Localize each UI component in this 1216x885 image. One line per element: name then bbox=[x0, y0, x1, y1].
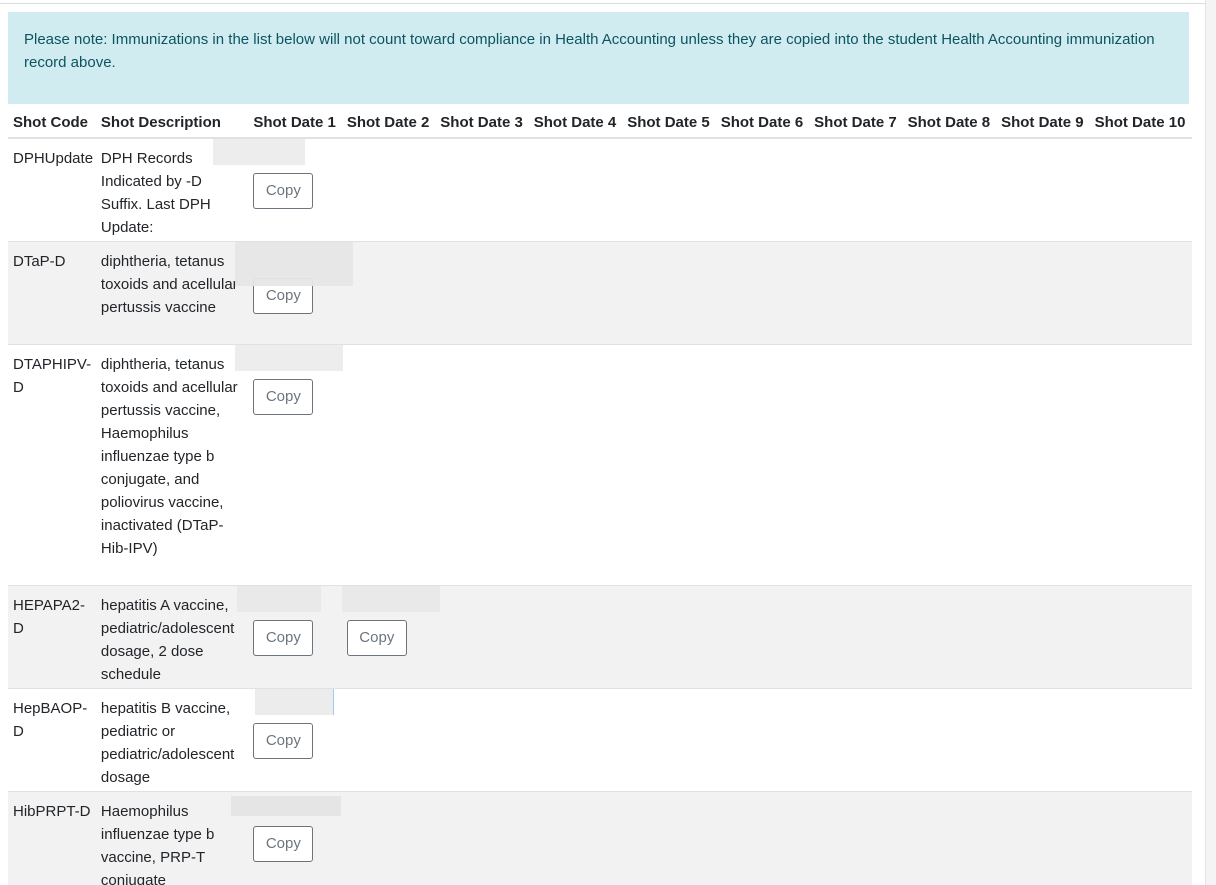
shot-code-cell: HEPAPA2-D bbox=[8, 584, 96, 688]
table-row: DTAPHIPV-D diphtheria, tetanus toxoids a… bbox=[8, 343, 1192, 585]
immunization-table: Shot Code Shot Description Shot Date 1 S… bbox=[8, 108, 1192, 885]
redacted-date bbox=[231, 795, 342, 816]
table-row: DPHUpdate DPH Records Indicated by -D Su… bbox=[8, 137, 1192, 241]
immunization-page: Please note: Immunizations in the list b… bbox=[0, 0, 1216, 885]
table-row: DTaP-D diphtheria, tetanus toxoids and a… bbox=[8, 240, 1192, 344]
compliance-note-alert: Please note: Immunizations in the list b… bbox=[8, 12, 1189, 104]
alert-text: Please note: Immunizations in the list b… bbox=[24, 31, 1155, 71]
header-shot-date-5: Shot Date 5 bbox=[622, 108, 716, 139]
header-shot-date-6: Shot Date 6 bbox=[715, 108, 810, 139]
table-row: HepBAOP-D hepatitis B vaccine, pediatric… bbox=[8, 687, 1192, 791]
shot-date-1-cell: Copy bbox=[248, 687, 342, 791]
top-divider bbox=[0, 0, 1206, 4]
shot-code-cell: HibPRPT-D bbox=[8, 790, 96, 885]
redacted-date bbox=[213, 139, 306, 165]
header-shot-date-1: Shot Date 1 bbox=[248, 108, 342, 139]
shot-code-cell: DPHUpdate bbox=[8, 137, 96, 241]
header-shot-date-9: Shot Date 9 bbox=[996, 108, 1090, 139]
copy-button[interactable]: Copy bbox=[253, 378, 314, 415]
shot-description-cell: hepatitis B vaccine, pediatric or pediat… bbox=[95, 687, 249, 791]
header-shot-date-8: Shot Date 8 bbox=[902, 108, 997, 139]
copy-button[interactable]: Copy bbox=[253, 619, 314, 656]
copy-button[interactable]: Copy bbox=[253, 722, 314, 759]
shot-date-1-cell: Copy bbox=[231, 790, 342, 885]
header-shot-code: Shot Code bbox=[8, 108, 96, 139]
redacted-date bbox=[341, 585, 440, 612]
shot-date-1-cell: Copy bbox=[235, 343, 344, 585]
header-shot-description: Shot Description bbox=[95, 108, 249, 139]
table-row: HibPRPT-D Haemophilus influenzae type b … bbox=[8, 790, 1192, 885]
header-shot-date-4: Shot Date 4 bbox=[528, 108, 623, 139]
shot-date-1-cell: Copy bbox=[237, 584, 342, 688]
shot-code-cell: DTAPHIPV-D bbox=[8, 343, 96, 585]
shot-description-cell: diphtheria, tetanus toxoids and acellula… bbox=[95, 240, 249, 344]
shot-date-1-cell: Copy bbox=[235, 240, 354, 344]
table-header-row: Shot Code Shot Description Shot Date 1 S… bbox=[8, 108, 1192, 139]
header-shot-date-3: Shot Date 3 bbox=[435, 108, 529, 139]
redacted-date bbox=[235, 344, 344, 371]
shot-code-cell: DTaP-D bbox=[8, 240, 96, 344]
redacted-date bbox=[237, 585, 322, 612]
shot-code-cell: HepBAOP-D bbox=[8, 687, 96, 791]
header-shot-date-10: Shot Date 10 bbox=[1089, 108, 1192, 139]
redacted-date bbox=[255, 688, 335, 715]
vertical-scrollbar[interactable] bbox=[1205, 0, 1216, 885]
shot-description-cell: Haemophilus influenzae type b vaccine, P… bbox=[95, 790, 249, 885]
shot-date-1-cell: Copy bbox=[213, 137, 342, 241]
header-shot-date-2: Shot Date 2 bbox=[341, 108, 436, 139]
copy-button[interactable]: Copy bbox=[253, 825, 314, 862]
copy-button[interactable]: Copy bbox=[253, 173, 314, 209]
redacted-date bbox=[235, 241, 354, 286]
shot-date-2-cell: Copy bbox=[341, 584, 440, 688]
shot-description-cell: hepatitis A vaccine, pediatric/adolescen… bbox=[95, 584, 249, 688]
shot-description-cell: diphtheria, tetanus toxoids and acellula… bbox=[95, 343, 249, 585]
copy-button[interactable]: Copy bbox=[346, 619, 407, 656]
header-shot-date-7: Shot Date 7 bbox=[809, 108, 903, 139]
table-row: HEPAPA2-D hepatitis A vaccine, pediatric… bbox=[8, 584, 1192, 688]
